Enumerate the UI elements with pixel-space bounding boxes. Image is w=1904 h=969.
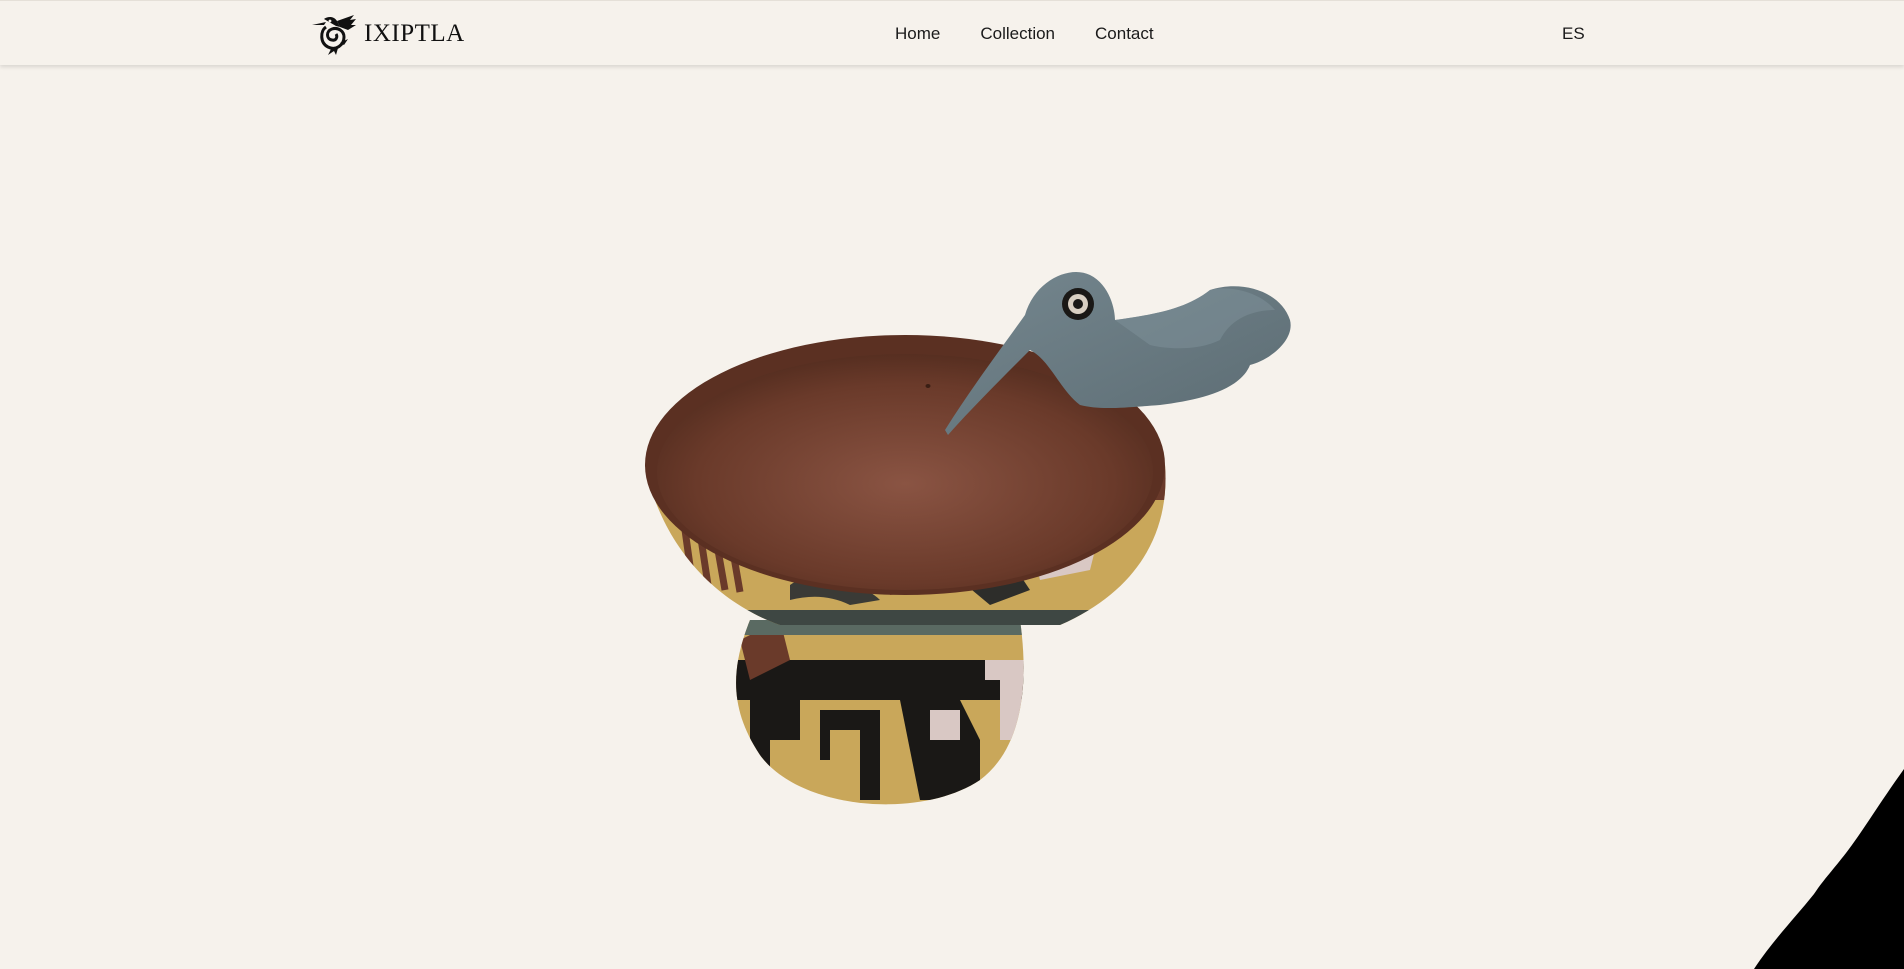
corner-decoration [1754, 769, 1904, 969]
brand-name: IXIPTLA [364, 20, 465, 47]
hummingbird-bowl-illustration [645, 271, 1291, 805]
nav-collection-link[interactable]: Collection [980, 24, 1055, 44]
site-header: IXIPTLA Home Collection Contact ES [0, 0, 1904, 65]
nav-home-link[interactable]: Home [895, 24, 940, 44]
nav-contact-link[interactable]: Contact [1095, 24, 1154, 44]
language-toggle[interactable]: ES [1562, 1, 1585, 66]
page: IXIPTLA Home Collection Contact ES [0, 0, 1904, 969]
hummingbird-logo-icon [312, 15, 356, 55]
main-nav: Home Collection Contact [895, 1, 1154, 66]
brand-link[interactable]: IXIPTLA [310, 13, 465, 55]
